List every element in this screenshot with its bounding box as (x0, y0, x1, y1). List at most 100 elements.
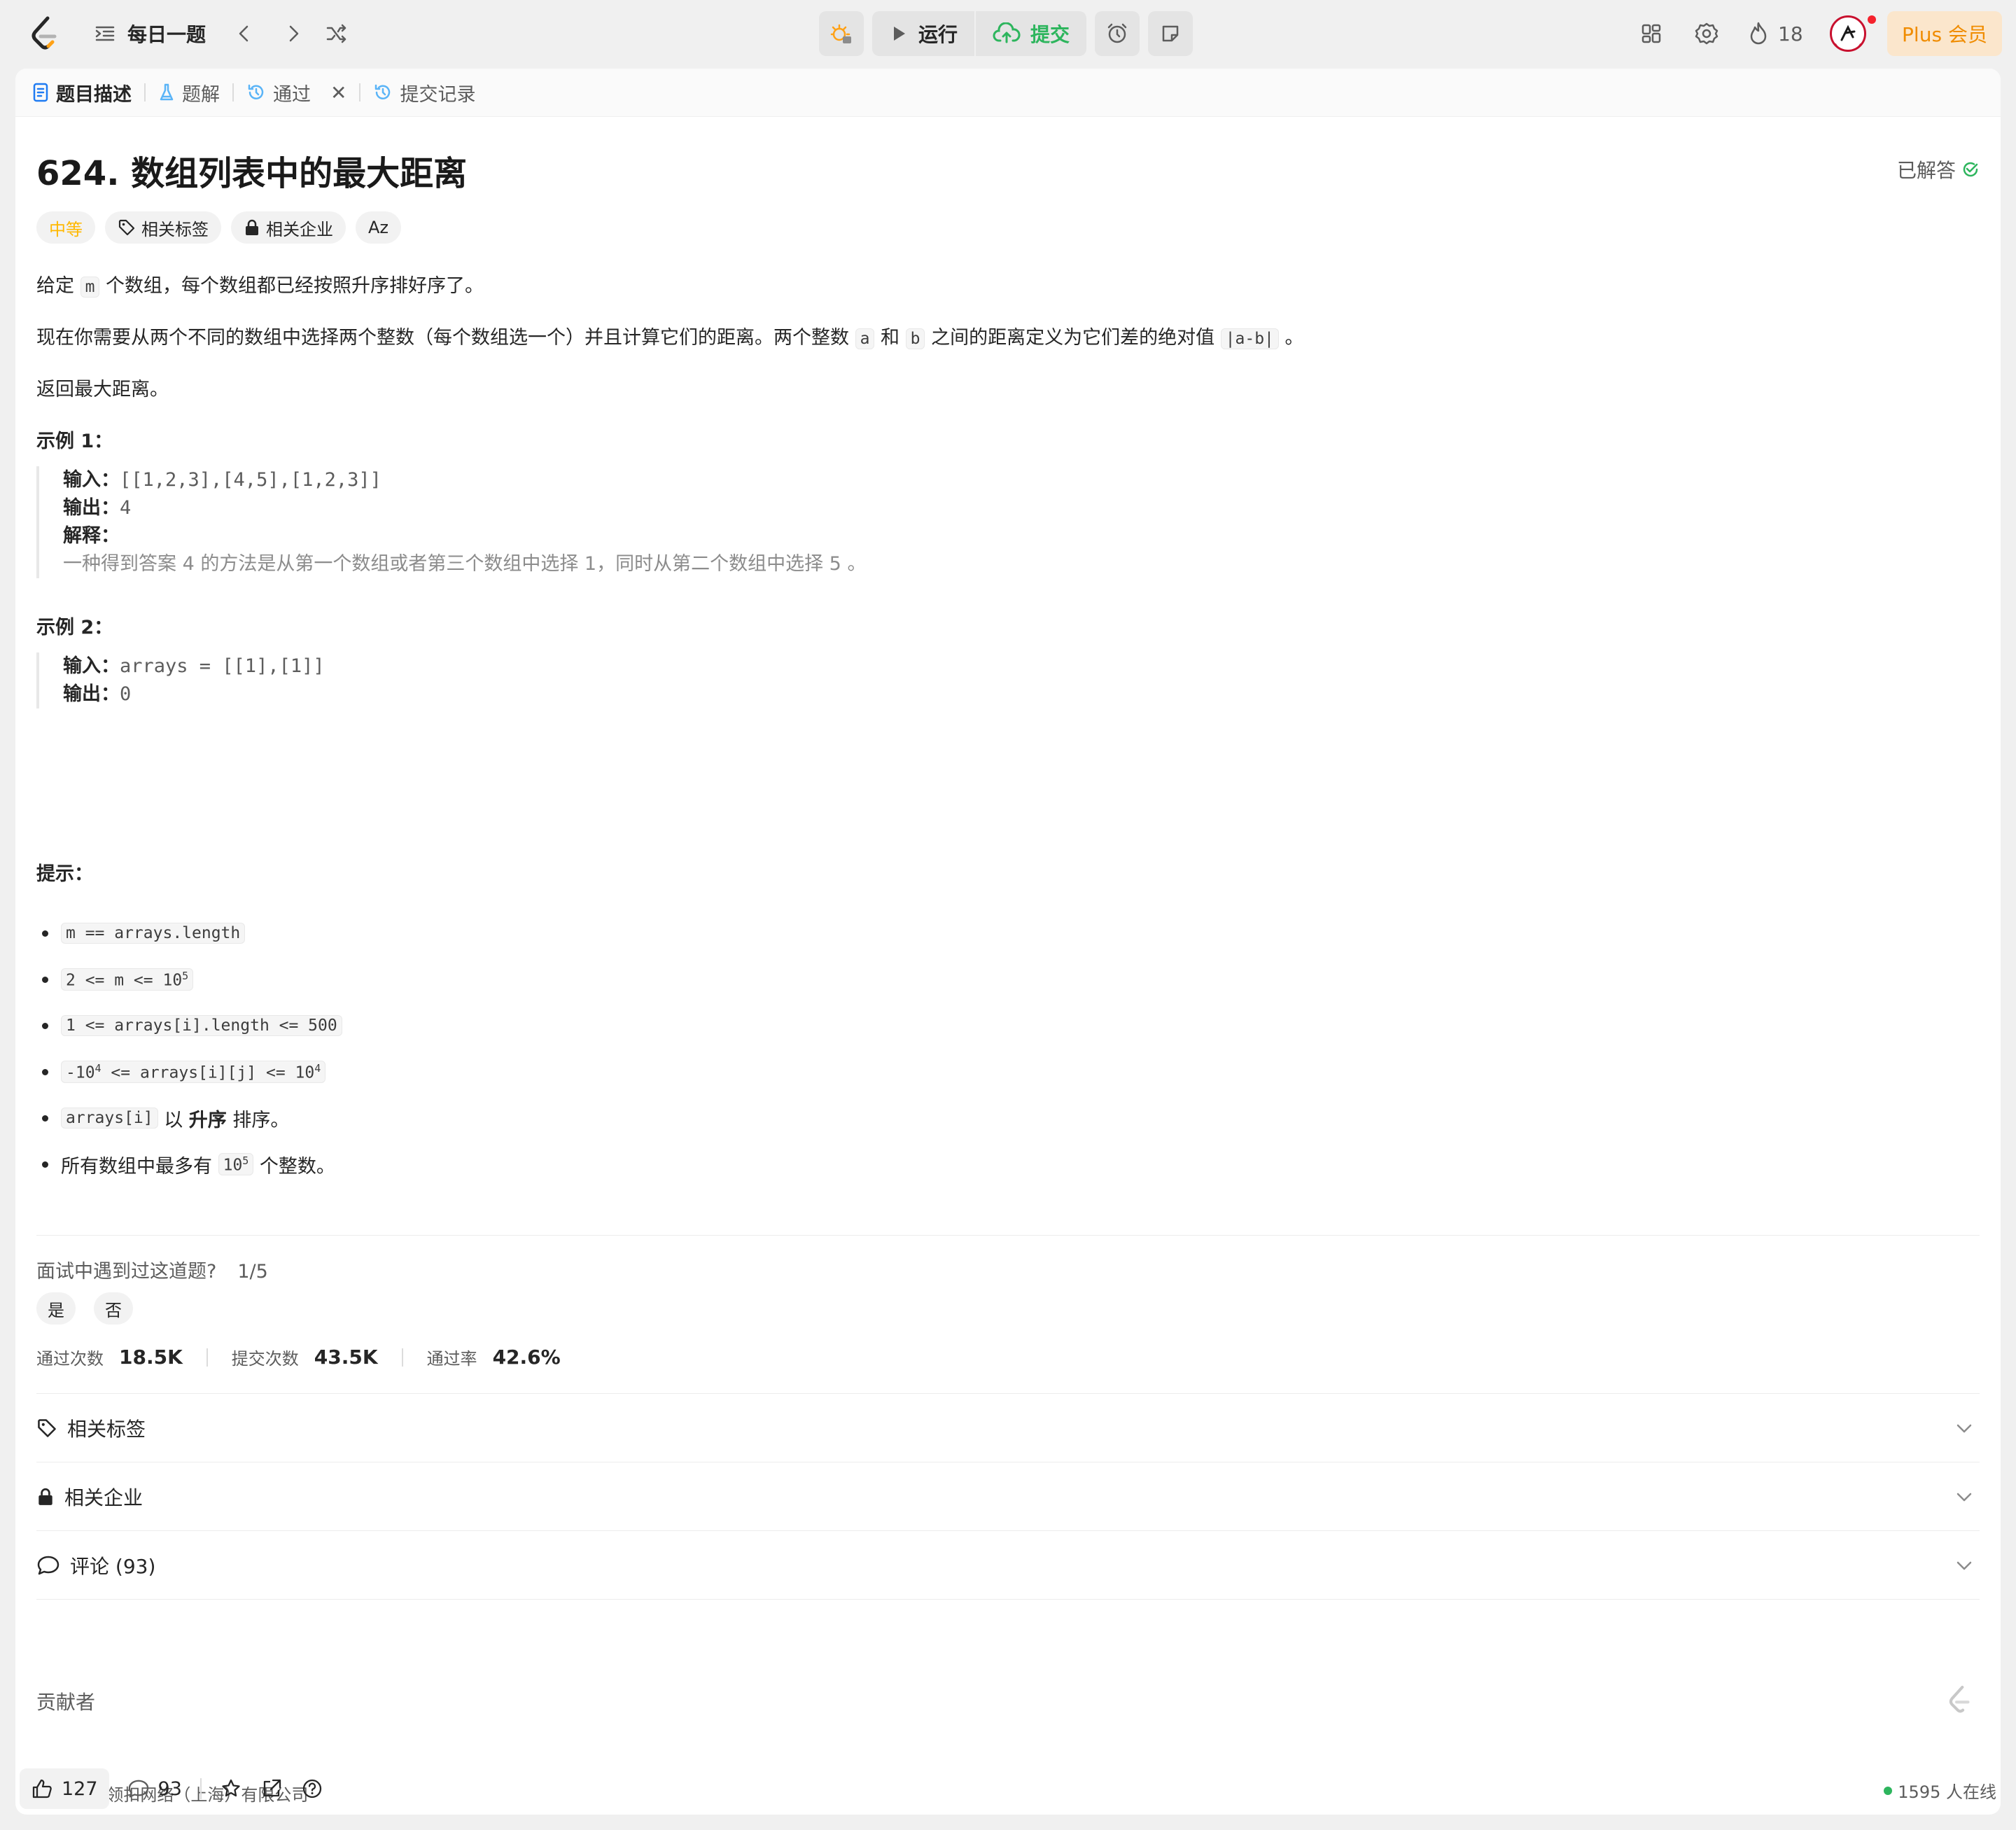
topics-accordion-label: 相关标签 (67, 1418, 146, 1441)
online-count-label: 1595 人在线 (1898, 1782, 1996, 1802)
constraints-heading: 提示： (36, 863, 93, 885)
timer-button[interactable] (1095, 11, 1140, 56)
text: 给定 (36, 275, 80, 297)
topics-tag-button[interactable]: 相关标签 (105, 211, 221, 244)
chevron-left-icon (234, 23, 255, 44)
tab-accepted[interactable]: 通过 ✕ (246, 79, 346, 106)
alarm-clock-icon (1105, 22, 1129, 46)
leetcode-logo-icon[interactable] (1947, 1684, 1973, 1715)
problem-tags: 中等 相关标签 相关企业 Aᴢ (36, 211, 402, 244)
output-key: 输出： (63, 683, 120, 705)
comments-button[interactable]: 93 (127, 1778, 182, 1800)
acceptance-rate-label: 通过率 (426, 1349, 477, 1369)
streak-counter[interactable]: 18 (1747, 17, 1803, 50)
list-item: arrays[i] 以 升序 排序。 (36, 1095, 342, 1141)
inline-code: b (905, 328, 925, 349)
avatar-image-icon (1833, 25, 1863, 50)
example-1-input: 输入：[[1,2,3],[4,5],[1,2,3]] (63, 466, 866, 494)
tab-solutions[interactable]: 题解 (158, 79, 220, 106)
companies-accordion[interactable]: 相关企业 (36, 1463, 1980, 1530)
submit-button[interactable]: 提交 (976, 11, 1086, 56)
contributors-label: 贡献者 (36, 1691, 96, 1714)
text: 。 (1278, 327, 1304, 349)
superscript: 4 (314, 1061, 321, 1075)
star-icon (220, 1777, 242, 1800)
online-count: 1595 人在线 (1884, 1778, 1996, 1803)
share-button[interactable] (260, 1777, 283, 1800)
input-value: [[1,2,3],[4,5],[1,2,3]] (120, 469, 382, 491)
explain-key: 解释： (63, 525, 120, 547)
inline-code: |a-b| (1220, 328, 1279, 349)
question-circle-icon (301, 1777, 323, 1800)
stats-separator (401, 1348, 403, 1367)
streak-count: 18 (1778, 22, 1803, 46)
tab-submissions[interactable]: 提交记录 (373, 79, 475, 106)
comment-icon (36, 1554, 60, 1577)
no-button[interactable]: 否 (94, 1292, 133, 1325)
yes-button[interactable]: 是 (36, 1292, 76, 1325)
example-2-heading: 示例 2： (36, 617, 113, 638)
page-title[interactable]: 624. 数组列表中的最大距离 (36, 146, 467, 195)
prev-problem-button[interactable] (234, 17, 255, 50)
tab-submissions-label: 提交记录 (400, 83, 476, 106)
lock-icon (36, 1487, 55, 1507)
like-count: 127 (62, 1777, 98, 1800)
settings-button[interactable] (1694, 17, 1719, 50)
close-icon[interactable]: ✕ (330, 81, 346, 104)
text: 和 (874, 327, 906, 349)
thumbs-up-icon (31, 1777, 53, 1800)
random-problem-button[interactable] (325, 17, 349, 50)
input-key: 输入： (63, 655, 120, 677)
notes-button[interactable] (1148, 11, 1194, 56)
tab-description[interactable]: 题目描述 (32, 79, 132, 106)
example-2-block: 输入：arrays = [[1],[1]] 输出：0 (36, 652, 325, 708)
tab-description-label: 题目描述 (56, 83, 132, 106)
run-button[interactable]: 运行 (872, 11, 974, 56)
favorite-button[interactable] (220, 1777, 242, 1800)
tab-accepted-label: 通过 (273, 83, 311, 106)
input-value: arrays = [[1],[1]] (120, 655, 325, 677)
panel-tabs: 题目描述 题解 通过 ✕ 提交记录 (15, 69, 2001, 117)
superscript: 4 (94, 1061, 102, 1075)
interview-question: 面试中遇到过这道题? 1/5 (36, 1256, 268, 1283)
bottom-action-bar: 127 93 1595 人在线 (20, 1767, 1996, 1810)
submissions-value: 43.5K (314, 1346, 378, 1369)
acceptance-rate-value: 42.6% (492, 1346, 561, 1369)
note-icon (1159, 22, 1182, 45)
topics-tag-label: 相关标签 (141, 219, 209, 239)
bug-lock-icon (830, 22, 853, 45)
help-button[interactable] (301, 1777, 323, 1800)
like-button[interactable]: 127 (20, 1768, 109, 1809)
example-1-explain-text: 一种得到答案 4 的方法是从第一个数组或者第三个数组中选择 1，同时从第二个数组… (63, 553, 867, 575)
submit-label: 提交 (1030, 23, 1070, 46)
play-icon (889, 24, 909, 43)
accepted-value: 18.5K (119, 1346, 183, 1369)
comments-accordion[interactable]: 评论 (93) (36, 1532, 1980, 1599)
comments-accordion-label: 评论 (93) (70, 1555, 156, 1578)
tab-separator (359, 83, 361, 102)
debug-button[interactable] (819, 11, 864, 56)
bottom-separator (200, 1778, 202, 1799)
accepted-label: 通过次数 (36, 1349, 104, 1369)
companies-tag-button[interactable]: 相关企业 (231, 211, 346, 244)
text: 以 (158, 1109, 189, 1131)
external-link-icon (260, 1777, 283, 1800)
avatar[interactable] (1830, 15, 1866, 52)
stats-separator (206, 1348, 208, 1367)
shuffle-icon (325, 22, 349, 46)
daily-question-button[interactable]: 每日一题 (94, 17, 206, 50)
text: 个数组，每个数组都已经按照升序排好序了。 (99, 275, 484, 297)
difficulty-badge[interactable]: 中等 (36, 211, 95, 244)
description-paragraph-1: 给定 m 个数组，每个数组都已经按照升序排好序了。 (36, 270, 484, 298)
next-problem-button[interactable] (283, 17, 304, 50)
translate-button[interactable]: Aᴢ (356, 211, 402, 244)
inline-code: 2 <= m <= 105 (61, 968, 194, 991)
layout-button[interactable] (1639, 17, 1663, 50)
topics-accordion[interactable]: 相关标签 (36, 1395, 1980, 1462)
leetcode-logo-icon[interactable] (29, 15, 60, 52)
text: 所有数组中最多有 (61, 1155, 218, 1178)
example-1-block: 输入：[[1,2,3],[4,5],[1,2,3]] 输出：4 解释： 一种得到… (36, 466, 866, 578)
comment-count: 93 (158, 1777, 182, 1800)
plus-membership-button[interactable]: Plus 会员 (1887, 11, 2002, 56)
flask-icon (158, 83, 175, 102)
